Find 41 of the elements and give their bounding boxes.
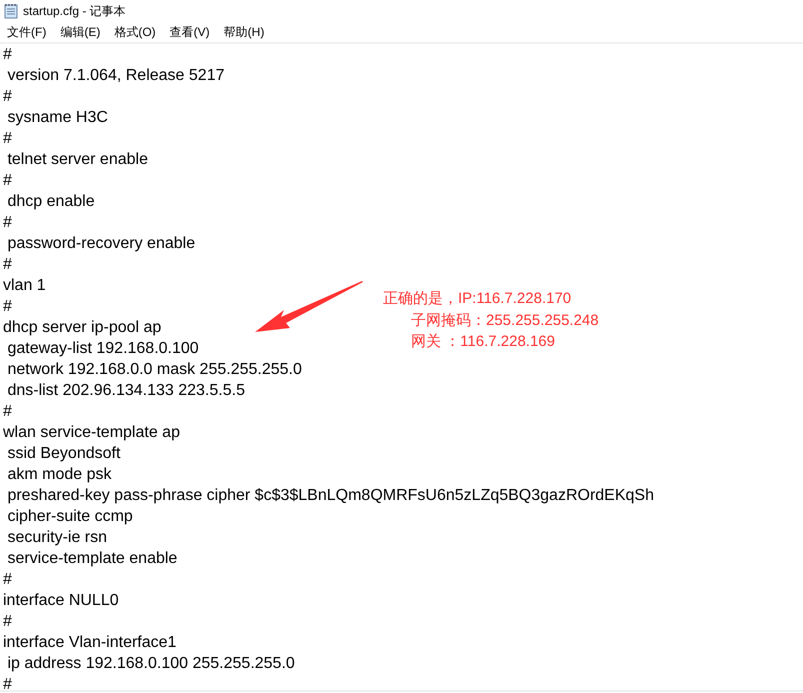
code-line: interface NULL0 xyxy=(3,591,119,611)
code-line: cipher-suite ccmp xyxy=(6,507,133,527)
code-line: akm mode psk xyxy=(6,465,112,485)
code-line: network 192.168.0.0 mask 255.255.255.0 xyxy=(6,360,302,380)
code-line: # xyxy=(3,129,12,149)
annotation-text: 正确的是，IP:116.7.228.170 xyxy=(383,289,572,309)
code-line: service-template enable xyxy=(6,549,178,569)
menu-item[interactable]: 查看(V) xyxy=(162,24,217,40)
code-line: dhcp server ip-pool ap xyxy=(3,318,162,338)
menu-item[interactable]: 帮助(H) xyxy=(216,24,272,40)
code-line: ip address 192.168.0.100 255.255.255.0 xyxy=(6,654,295,674)
window-title: startup.cfg - 记事本 xyxy=(23,2,126,20)
code-line: telnet server enable xyxy=(6,150,148,170)
notepad-icon xyxy=(3,3,19,19)
menu-item[interactable]: 文件(F) xyxy=(0,24,54,40)
code-line: wlan service-template ap xyxy=(3,423,180,443)
code-line: interface Vlan-interface1 xyxy=(3,633,176,653)
code-line: password-recovery enable xyxy=(6,234,196,254)
annotation-text: 网关 ：116.7.228.169 xyxy=(411,332,555,352)
code-line: # xyxy=(3,255,12,275)
code-line: # xyxy=(3,213,12,233)
code-line: # xyxy=(3,45,12,65)
code-line: # xyxy=(3,402,12,422)
code-line: vlan 1 xyxy=(3,276,46,296)
code-line: preshared-key pass-phrase cipher $c$3$LBnLQm8QMRFsU6n5zLZq5BQ3gazROrdEKqSh xyxy=(6,486,654,506)
code-line: version 7.1.064, Release 5217 xyxy=(6,66,224,86)
code-line: ssid Beyondsoft xyxy=(6,444,120,464)
code-line: # xyxy=(3,570,12,590)
code-line: sysname H3C xyxy=(6,108,108,128)
code-line: # xyxy=(3,87,12,107)
annotation-text: 子网掩码：255.255.255.248 xyxy=(411,310,599,330)
code-line: dns-list 202.96.134.133 223.5.5.5 xyxy=(6,381,245,401)
code-line: dhcp enable xyxy=(6,192,95,212)
menu-item[interactable]: 编辑(E) xyxy=(53,24,108,40)
code-line: # xyxy=(3,171,12,191)
code-line: security-ie rsn xyxy=(6,528,108,548)
menu-item[interactable]: 格式(O) xyxy=(107,24,163,40)
code-line: gateway-list 192.168.0.100 xyxy=(6,339,199,359)
code-line: # xyxy=(3,297,12,317)
code-line: # xyxy=(3,612,12,632)
code-line: # xyxy=(3,675,12,692)
